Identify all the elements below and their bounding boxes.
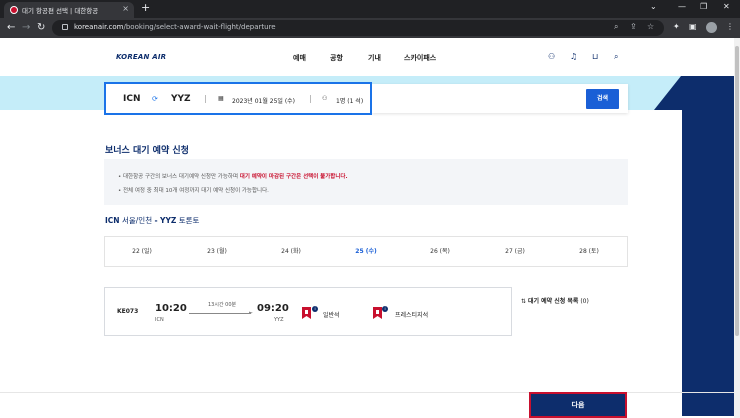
user-icon[interactable]: ⚇ bbox=[548, 52, 555, 61]
list-icon: ⇅ bbox=[521, 298, 527, 305]
next-button[interactable]: 다음 bbox=[529, 392, 627, 418]
share-icon[interactable]: ⇪ bbox=[630, 22, 637, 31]
origin-airport[interactable]: ICN bbox=[123, 94, 141, 104]
prestige-class-option[interactable]: 프레스티지석 bbox=[395, 310, 428, 319]
search-panel[interactable]: ICN ⟳ YYZ ▦ 2023년 01월 25일 (수) ⚇ 1명 (1 석) bbox=[104, 82, 372, 115]
flight-card: KE073 10:20 ICN 13시간 00분 ► 09:20 YYZ i 일… bbox=[104, 287, 512, 336]
extensions-icon[interactable]: ✦ bbox=[673, 22, 680, 31]
minimize-button[interactable]: — bbox=[678, 2, 686, 11]
date-option[interactable]: 26 (목) bbox=[403, 237, 477, 266]
date-option[interactable]: 22 (일) bbox=[105, 237, 179, 266]
new-tab-button[interactable]: + bbox=[141, 2, 150, 14]
bell-icon[interactable]: ♫ bbox=[570, 52, 577, 61]
calendar-icon: ▦ bbox=[218, 95, 224, 102]
duration-line bbox=[189, 313, 251, 314]
nav-inflight[interactable]: 기내 bbox=[368, 53, 381, 63]
back-icon[interactable]: ← bbox=[7, 21, 15, 34]
page: 대기 항공편 선택 | 대한항공 × + ⌄ — ❐ ✕ ← → ↻ korea… bbox=[0, 0, 740, 418]
arrival-time: 09:20 bbox=[257, 303, 289, 314]
notice-box: • 대한항공 구간의 보너스 대기예약 신청만 가능하며 대기 예약이 마감된 … bbox=[104, 159, 628, 205]
departure-date[interactable]: 2023년 01월 25일 (수) bbox=[232, 96, 295, 105]
zoom-icon[interactable]: ⌕ bbox=[614, 22, 618, 32]
waitlist-summary[interactable]: ⇅ 대기 예약 신청 목록 (0) bbox=[521, 296, 589, 305]
korean-air-logo[interactable]: KOREAN AIR bbox=[116, 53, 166, 61]
address-bar[interactable]: koreanair.com/booking/select-award-wait-… bbox=[52, 20, 664, 36]
divider bbox=[205, 95, 206, 103]
route-heading: ICN 서울/인천 - YYZ 토론토 bbox=[105, 216, 200, 225]
notice-line-2: • 전체 여정 중 최대 10개 여정까지 대기 예약 신청이 가능합니다. bbox=[118, 188, 269, 194]
date-option[interactable]: 23 (월) bbox=[180, 237, 254, 266]
person-icon: ⚇ bbox=[322, 95, 328, 102]
date-selector: 22 (일) 23 (월) 24 (화) 25 (수) 26 (목) 27 (금… bbox=[104, 236, 628, 267]
reload-icon[interactable]: ↻ bbox=[37, 21, 45, 34]
search-icon[interactable]: ⌕ bbox=[614, 52, 618, 62]
side-panel-icon[interactable]: ▣ bbox=[689, 22, 697, 31]
site-header: KOREAN AIR 예매 공항 기내 스카이패스 ⚇ ♫ ⊔ ⌕ bbox=[0, 38, 740, 76]
lock-icon bbox=[62, 24, 68, 30]
scrollbar-thumb[interactable] bbox=[735, 46, 739, 336]
favicon-icon bbox=[10, 6, 18, 14]
info-icon[interactable]: i bbox=[382, 306, 388, 312]
footer-divider bbox=[0, 392, 740, 393]
departure-code: ICN bbox=[155, 317, 164, 323]
passenger-count[interactable]: 1명 (1 석) bbox=[336, 96, 363, 105]
arrow-icon: ► bbox=[249, 310, 253, 316]
notice-line-1: • 대한항공 구간의 보너스 대기예약 신청만 가능하며 대기 예약이 마감된 … bbox=[118, 174, 348, 180]
ke-logo-icon bbox=[373, 307, 382, 319]
info-icon[interactable]: i bbox=[312, 306, 318, 312]
page-title: 보너스 대기 예약 신청 bbox=[105, 146, 189, 156]
url-text: koreanair.com/booking/select-award-wait-… bbox=[74, 23, 276, 31]
cart-icon[interactable]: ⊔ bbox=[592, 52, 598, 61]
profile-avatar[interactable] bbox=[706, 22, 717, 33]
divider bbox=[310, 95, 311, 103]
swap-icon[interactable]: ⟳ bbox=[152, 95, 158, 103]
arrival-code: YYZ bbox=[274, 317, 284, 323]
ke-logo-icon bbox=[302, 307, 311, 319]
date-option-selected[interactable]: 25 (수) bbox=[329, 237, 403, 266]
bookmark-star-icon[interactable]: ☆ bbox=[647, 22, 654, 31]
forward-icon[interactable]: → bbox=[22, 21, 30, 34]
date-option[interactable]: 24 (화) bbox=[254, 237, 328, 266]
date-option[interactable]: 27 (금) bbox=[478, 237, 552, 266]
departure-time: 10:20 bbox=[155, 303, 187, 314]
maximize-button[interactable]: ❐ bbox=[700, 2, 707, 11]
tab-title: 대기 항공편 선택 | 대한항공 bbox=[22, 7, 99, 15]
nav-airport[interactable]: 공항 bbox=[330, 53, 343, 63]
flight-duration: 13시간 00분 bbox=[208, 302, 237, 308]
destination-airport[interactable]: YYZ bbox=[171, 94, 191, 104]
search-button[interactable]: 검색 bbox=[586, 89, 619, 109]
browser-tabstrip: 대기 항공편 선택 | 대한항공 × + ⌄ — ❐ ✕ bbox=[0, 0, 740, 18]
tab-close-icon[interactable]: × bbox=[122, 4, 129, 13]
date-option[interactable]: 28 (토) bbox=[552, 237, 626, 266]
tab-search-icon[interactable]: ⌄ bbox=[650, 2, 657, 11]
nav-skypass[interactable]: 스카이패스 bbox=[404, 53, 436, 63]
close-window-button[interactable]: ✕ bbox=[723, 2, 730, 11]
flight-number: KE073 bbox=[117, 308, 139, 315]
browser-tab[interactable]: 대기 항공편 선택 | 대한항공 × bbox=[4, 2, 134, 18]
menu-icon[interactable]: ⋮ bbox=[726, 22, 734, 31]
decorative-side-panel bbox=[682, 76, 740, 416]
browser-toolbar: ← → ↻ koreanair.com/booking/select-award… bbox=[0, 18, 740, 38]
nav-booking[interactable]: 예매 bbox=[293, 53, 306, 63]
economy-class-option[interactable]: 일반석 bbox=[323, 310, 340, 319]
